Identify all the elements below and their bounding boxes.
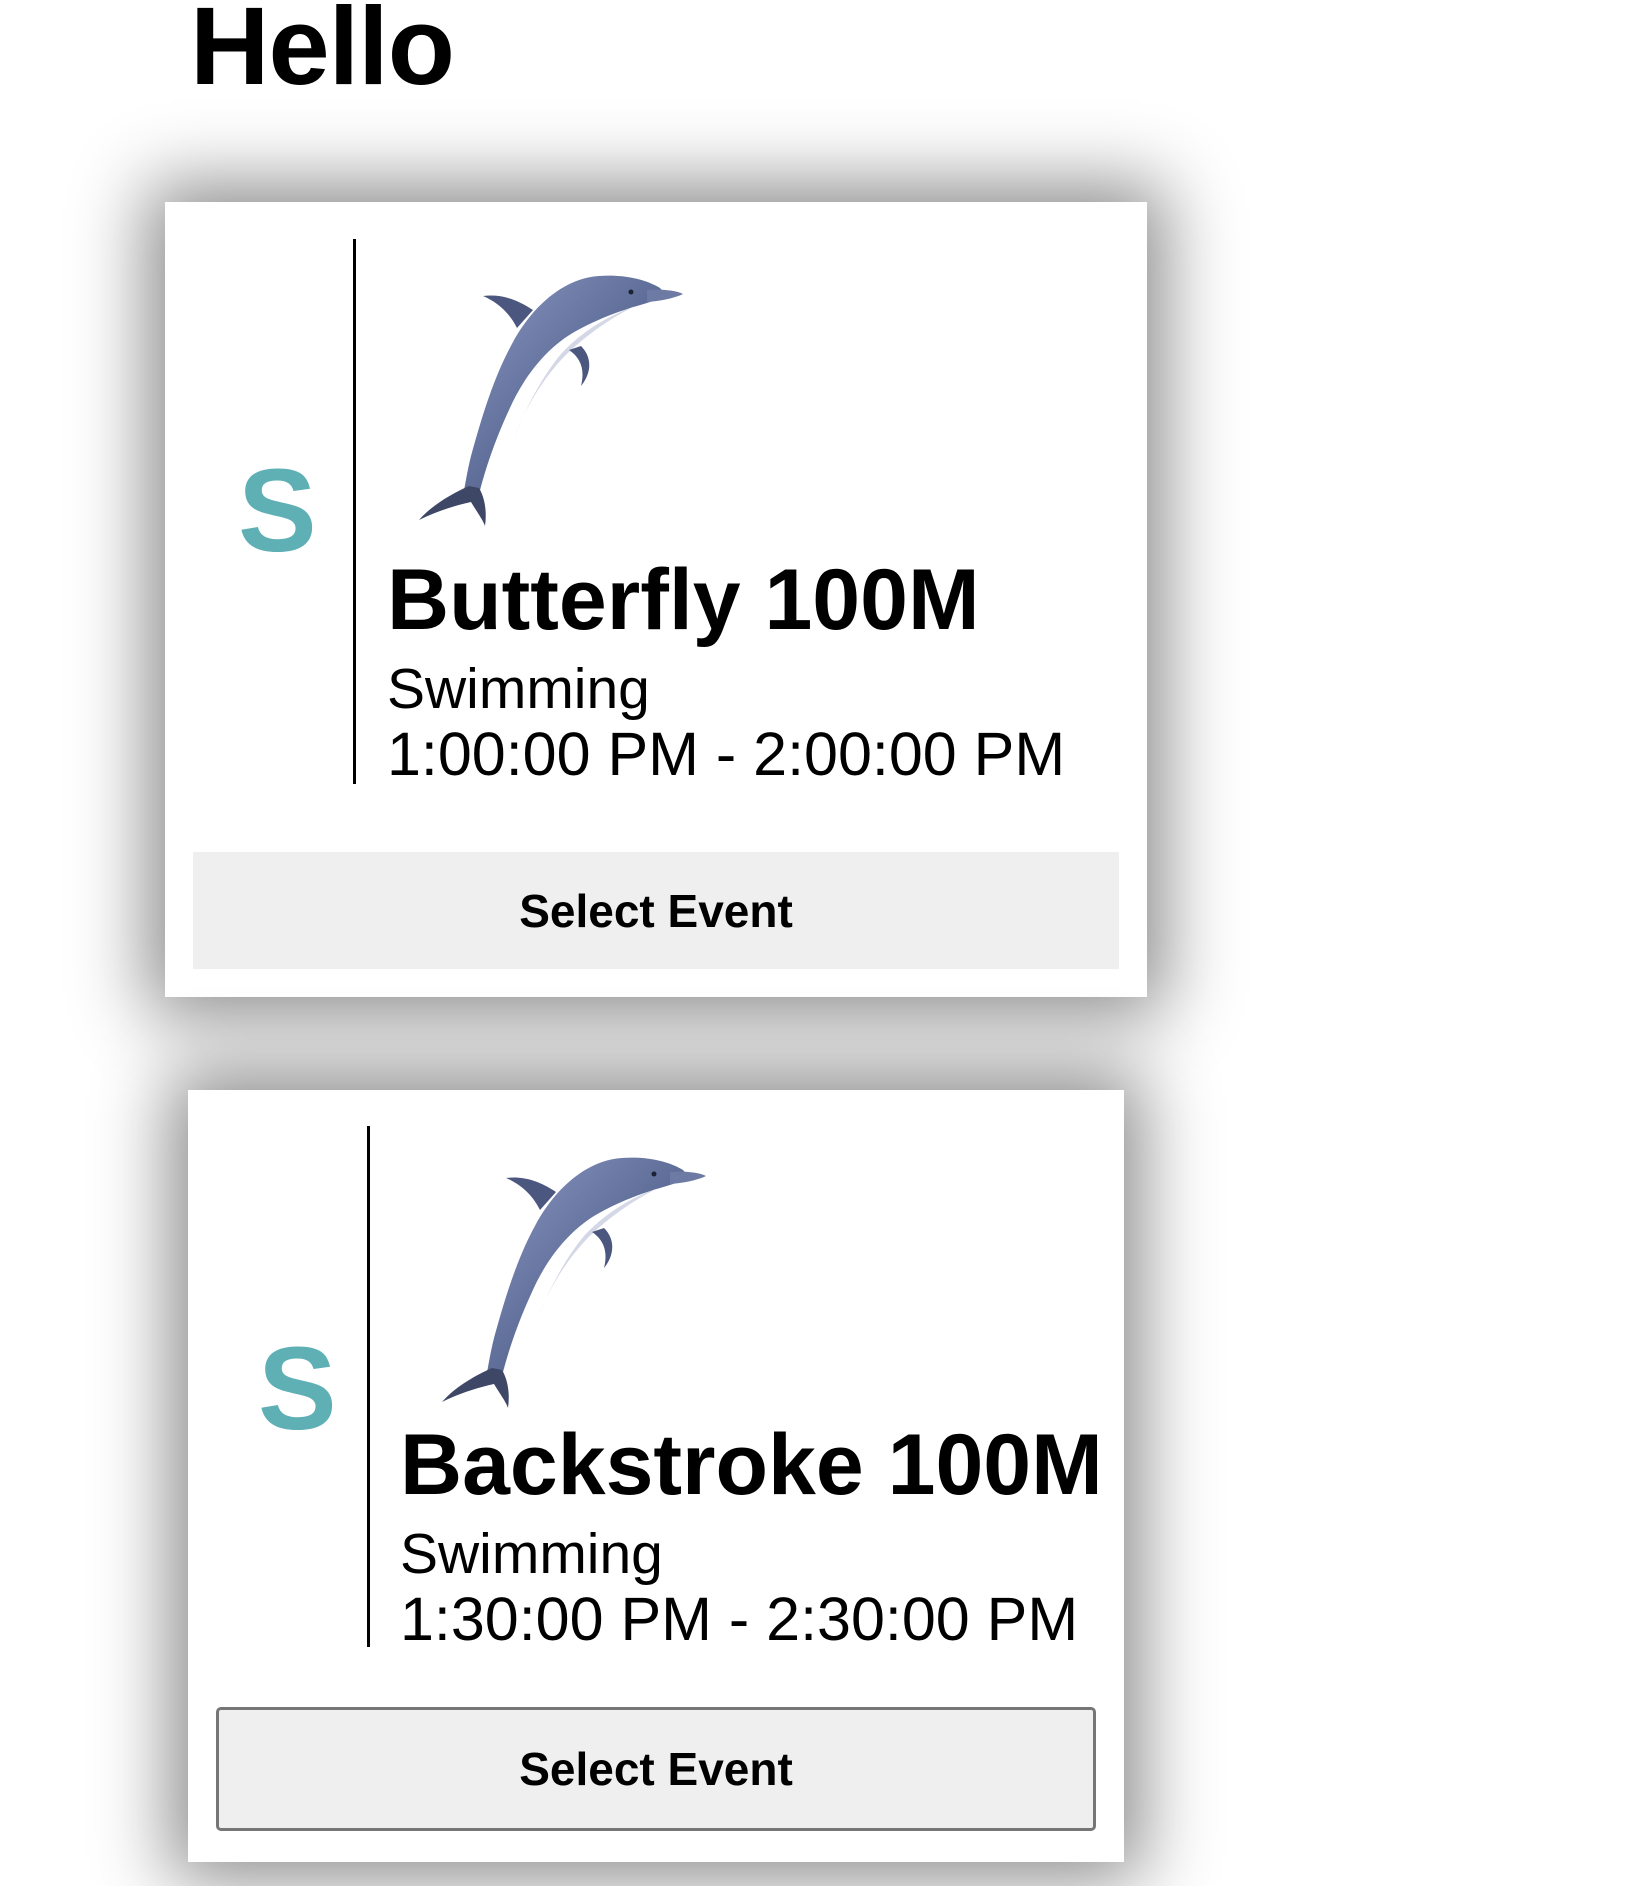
card-divider [353,239,356,784]
page: Hello S Butterfly 100M Swimming 1:00:00 … [0,0,1650,1886]
event-category-letter: S [238,445,317,577]
event-category-letter: S [258,1323,337,1455]
event-time: 1:30:00 PM - 2:30:00 PM [400,1585,1079,1653]
event-info: Butterfly 100M Swimming 1:00:00 PM - 2:0… [387,557,1065,785]
card-divider [367,1126,370,1647]
page-title: Hello [190,0,455,108]
select-event-button[interactable]: Select Event [216,1707,1096,1831]
event-sport: Swimming [400,1522,663,1586]
event-title: Backstroke 100M [400,1417,1103,1513]
select-event-button[interactable]: Select Event [193,852,1119,969]
dolphin-icon [442,1157,706,1408]
event-title: Butterfly 100M [387,552,980,648]
event-card: S Backstroke 100M Swimming 1:30:00 PM - … [188,1090,1124,1862]
event-time: 1:00:00 PM - 2:00:00 PM [387,720,1066,788]
dolphin-icon [419,275,683,526]
event-info: Backstroke 100M Swimming 1:30:00 PM - 2:… [400,1422,1103,1650]
event-card: S Butterfly 100M Swimming 1:00:00 PM - 2… [165,202,1147,997]
event-sport: Swimming [387,657,650,721]
